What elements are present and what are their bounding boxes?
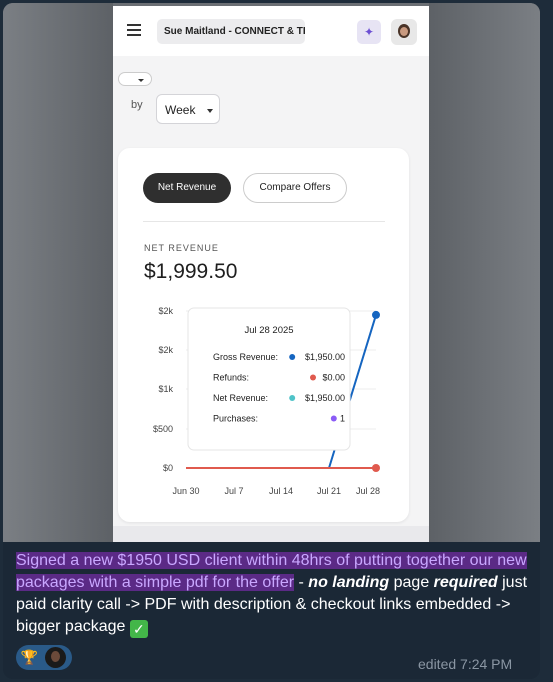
tab-net-revenue: Net Revenue [143, 173, 231, 203]
x-tick-label: Jul 28 [356, 486, 380, 496]
legend-dot [289, 354, 296, 360]
account-selector: Sue Maitland - CONNECT & TH... [157, 19, 305, 44]
sparkle-icon: ✦ [357, 20, 381, 44]
x-tick-label: Jul 14 [269, 486, 293, 496]
tooltip-label: Net Revenue: [213, 393, 268, 403]
legend-dot [289, 395, 296, 401]
chat-background: Sue Maitland - CONNECT & TH... ✦ by Week… [0, 0, 553, 682]
menu-icon [127, 24, 141, 36]
revenue-chart: $0 $500 $1k $2k $2k Jun 30 Jul 7 Jul 14 Jul 21 Ju… [153, 306, 380, 496]
data-point [372, 464, 380, 472]
check-mark-icon: ✓ [129, 620, 148, 638]
embedded-app-screenshot: Sue Maitland - CONNECT & TH... ✦ by Week… [113, 6, 429, 542]
data-point [372, 310, 380, 319]
tooltip-value: $1,950.00 [305, 393, 345, 403]
x-tick-label: Jun 30 [172, 486, 199, 496]
trophy-icon: 🏆 [19, 647, 40, 668]
y-tick-label: $500 [153, 424, 173, 434]
revenue-card: Net Revenue Compare Offers NET REVENUE $… [118, 148, 409, 522]
message-timestamp: edited 7:24 PM [418, 656, 513, 672]
range-select [118, 72, 152, 86]
tab-compare-offers: Compare Offers [243, 173, 347, 203]
reaction-badge[interactable]: 🏆 [16, 645, 72, 670]
legend-dot [310, 374, 316, 381]
metric-label: NET REVENUE [144, 243, 219, 253]
y-tick-label: $2k [158, 345, 173, 355]
emphasis-text: required [433, 574, 498, 591]
message-text: Signed a new $1950 USD client within 48h… [16, 552, 528, 638]
chevron-down-icon [138, 79, 144, 82]
y-tick-label: $0 [163, 463, 173, 473]
reactor-avatar [45, 647, 66, 668]
divider [143, 221, 385, 222]
chevron-down-icon [207, 109, 213, 113]
legend-dot [330, 415, 337, 422]
message-bubble[interactable]: Sue Maitland - CONNECT & TH... ✦ by Week… [3, 3, 540, 679]
y-tick-label: $1k [158, 384, 173, 394]
y-tick-label: $2k [158, 306, 173, 316]
app-header: Sue Maitland - CONNECT & TH... ✦ [113, 6, 429, 56]
screenshot-image[interactable]: Sue Maitland - CONNECT & TH... ✦ by Week… [3, 3, 540, 542]
x-tick-label: Jul 7 [224, 486, 243, 496]
tooltip-title: Jul 28 2025 [244, 325, 293, 336]
tooltip-label: Purchases: [213, 414, 258, 424]
by-label: by [131, 99, 143, 111]
avatar [391, 19, 417, 45]
tooltip-value: 1 [340, 414, 345, 424]
period-select: Week [156, 94, 220, 124]
tooltip-value: $0.00 [322, 373, 345, 383]
tooltip-label: Refunds: [213, 373, 249, 383]
metric-value: $1,999.50 [144, 260, 238, 283]
emphasis-text: no landing [308, 574, 390, 591]
x-tick-label: Jul 21 [317, 486, 341, 496]
tooltip-label: Gross Revenue: [213, 352, 278, 362]
tooltip-value: $1,950.00 [305, 352, 345, 362]
